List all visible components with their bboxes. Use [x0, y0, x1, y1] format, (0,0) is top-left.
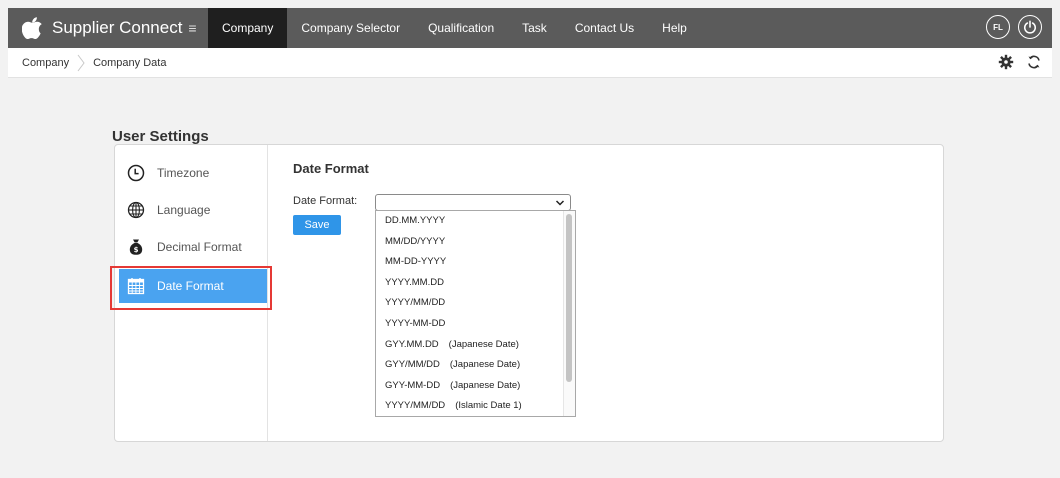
date-format-dropdown: DD.MM.YYYY MM/DD/YYYY MM-DD-YYYY YYYY.MM.DD…: [375, 210, 576, 417]
sidebar-item-label: Language: [157, 203, 211, 217]
nav-task[interactable]: Task: [508, 8, 561, 48]
dropdown-option[interactable]: YYYY-MM-DD: [376, 314, 575, 335]
nav-help[interactable]: Help: [648, 8, 701, 48]
sidebar-item-label: Date Format: [157, 279, 224, 293]
section-title: Date Format: [293, 161, 369, 176]
breadcrumb-separator-icon: [77, 54, 85, 71]
date-format-label: Date Format:: [293, 195, 358, 207]
refresh-icon[interactable]: [1026, 54, 1042, 70]
option-note: (Islamic Date 1): [455, 400, 522, 412]
option-format: GYY-MM-DD: [385, 379, 441, 391]
main-nav: Company Company Selector Qualification T…: [208, 8, 701, 48]
option-note: (Japanese Date): [448, 338, 519, 350]
dropdown-option[interactable]: MM-DD-YYYY: [376, 252, 575, 273]
dropdown-option[interactable]: GYY.MM.DD (Japanese Date): [376, 335, 575, 356]
sidebar-item-decimal-format[interactable]: $ Decimal Format: [119, 230, 267, 264]
clock-icon: [127, 164, 145, 182]
breadcrumb-item-company[interactable]: Company: [22, 57, 69, 69]
option-note: (Japanese Date): [450, 379, 521, 391]
breadcrumb-tools: [998, 54, 1042, 70]
apple-logo-icon: [22, 17, 42, 40]
gear-icon[interactable]: [998, 54, 1014, 70]
save-button[interactable]: Save: [293, 215, 341, 235]
app-name: Supplier Connect: [52, 18, 183, 37]
brand[interactable]: Supplier Connect ≡: [8, 16, 208, 40]
sidebar-item-label: Decimal Format: [157, 240, 242, 254]
option-format: YYYY/MM/DD: [385, 400, 446, 412]
menu-icon[interactable]: ≡: [188, 20, 196, 36]
settings-sidebar: Timezone Language $ Decimal Format Date …: [115, 145, 268, 441]
page-title: User Settings: [112, 128, 209, 145]
user-avatar[interactable]: FL: [986, 15, 1010, 39]
breadcrumb-item-company-data: Company Data: [93, 56, 167, 69]
option-format: MM/DD/YYYY: [385, 235, 446, 247]
breadcrumb: Company Company Data: [8, 48, 1052, 78]
sidebar-item-timezone[interactable]: Timezone: [119, 156, 267, 190]
dropdown-option[interactable]: YYYY/MM/DD: [376, 293, 575, 314]
sidebar-item-language[interactable]: Language: [119, 193, 267, 227]
top-navigation-bar: Supplier Connect ≡ Company Company Selec…: [8, 8, 1052, 48]
option-format: YYYY.MM.DD: [385, 276, 444, 288]
user-controls: FL: [986, 15, 1042, 39]
chevron-down-icon: [555, 200, 565, 206]
option-format: GYY.MM.DD: [385, 338, 439, 350]
dropdown-option[interactable]: GYY-MM-DD (Japanese Date): [376, 376, 575, 397]
option-format: DD.MM.YYYY: [385, 215, 446, 226]
power-button[interactable]: [1018, 15, 1042, 39]
sidebar-item-label: Timezone: [157, 166, 210, 180]
money-bag-icon: $: [129, 239, 143, 255]
dropdown-option[interactable]: DD.MM.YYYY: [376, 211, 575, 232]
option-format: YYYY-MM-DD: [385, 317, 446, 329]
svg-text:$: $: [134, 246, 139, 254]
dropdown-option[interactable]: GYY/MM/DD (Japanese Date): [376, 355, 575, 376]
dropdown-options: DD.MM.YYYY MM/DD/YYYY MM-DD-YYYY YYYY.MM.DD…: [376, 211, 575, 416]
option-format: YYYY/MM/DD: [385, 297, 446, 309]
nav-qualification[interactable]: Qualification: [414, 8, 508, 48]
dropdown-option[interactable]: YYYY.MM.DD: [376, 273, 575, 294]
power-icon: [1023, 20, 1037, 34]
nav-company-selector[interactable]: Company Selector: [287, 8, 414, 48]
option-note: (Japanese Date): [449, 359, 521, 371]
nav-company[interactable]: Company: [208, 8, 288, 48]
option-format: GYY/MM/DD: [385, 359, 440, 371]
sidebar-item-date-format[interactable]: Date Format: [119, 269, 267, 303]
dropdown-option[interactable]: YYYY/MM/DD (Islamic Date 1): [376, 396, 575, 416]
dropdown-scrollbar[interactable]: [563, 211, 575, 416]
scrollbar-thumb[interactable]: [566, 214, 572, 382]
calendar-icon: [127, 278, 145, 295]
nav-contact-us[interactable]: Contact Us: [561, 8, 648, 48]
date-format-select[interactable]: [375, 194, 571, 211]
globe-icon: [127, 201, 145, 219]
dropdown-option[interactable]: MM/DD/YYYY: [376, 232, 575, 253]
option-format: MM-DD-YYYY: [385, 256, 447, 268]
settings-card: Timezone Language $ Decimal Format Date …: [114, 144, 944, 442]
